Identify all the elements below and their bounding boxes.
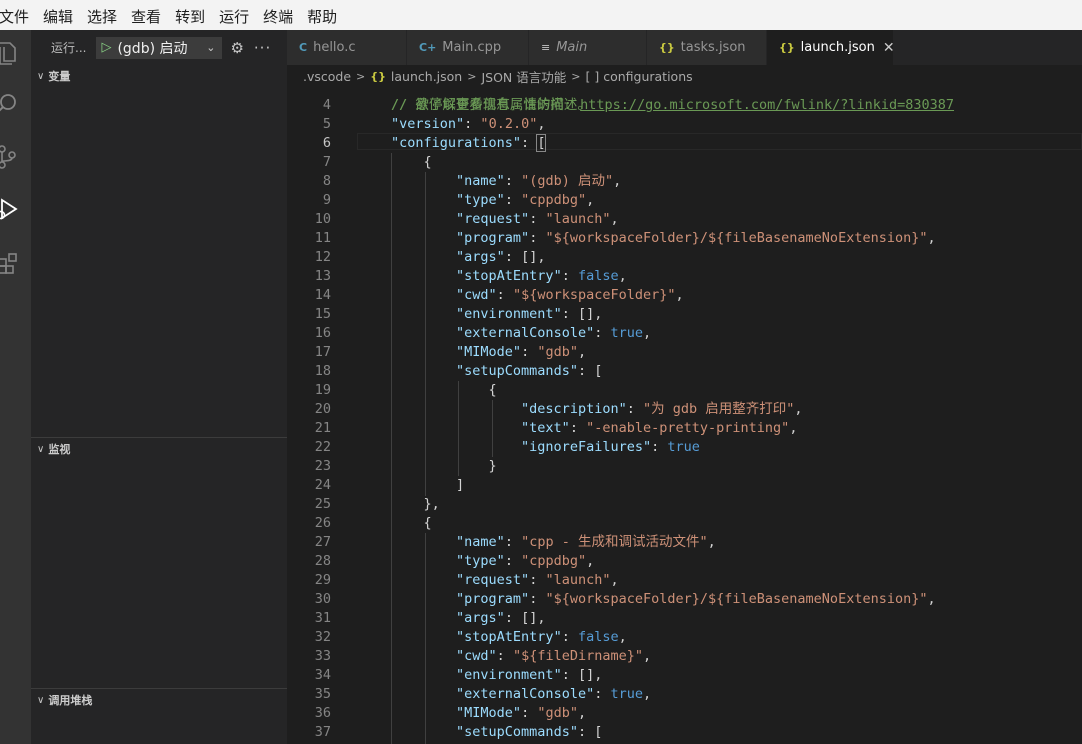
code-line: 25 }, (314, 496, 440, 512)
debug-sidebar: 运行... ▷ (gdb) 启动 ⌄ ⚙ ··· ∨ 变量 ∨ 监视 ∨ 调用堆… (31, 30, 287, 744)
panel-callstack-header[interactable]: ∨ 调用堆栈 (31, 689, 287, 711)
breadcrumb-node[interactable]: configurations (603, 69, 692, 84)
chevron-down-icon: ⌄ (206, 41, 216, 54)
code-line: 8 "name": "(gdb) 启动", (322, 173, 622, 189)
tab-label: hello.c (313, 40, 356, 55)
code-line: 13 "stopAtEntry": false, (314, 268, 627, 284)
menu-view[interactable]: 查看 (124, 4, 168, 30)
menu-edit[interactable]: 编辑 (36, 4, 80, 30)
explorer-icon[interactable] (0, 32, 31, 72)
menu-terminal[interactable]: 终端 (256, 4, 300, 30)
panel-variables-header[interactable]: ∨ 变量 (31, 65, 287, 87)
menu-file[interactable]: 文件 (0, 4, 36, 30)
code-line: 26 { (314, 515, 432, 531)
code-line: 9 "type": "cppdbg", (322, 192, 595, 208)
code-line: 24 ] (314, 477, 465, 493)
chevron-right-icon: > (571, 69, 581, 83)
tab-main-cpp[interactable]: C+ Main.cpp (407, 30, 529, 65)
breadcrumb-folder[interactable]: .vscode (303, 69, 351, 84)
c-file-icon: C (299, 41, 308, 54)
code-line: 10 "request": "launch", (314, 211, 619, 227)
code-line: 20 "description": "为 gdb 启用整齐打印", (314, 401, 803, 417)
code-line: 5 "version": "0.2.0", (322, 116, 546, 132)
menu-go[interactable]: 转到 (168, 4, 212, 30)
tab-launch-json[interactable]: {} launch.json ✕ (767, 30, 894, 65)
code-line: 32 "stopAtEntry": false, (314, 629, 627, 645)
code-line: 31 "args": [], (314, 610, 546, 626)
code-line: 30 "program": "${workspaceFolder}/${file… (314, 591, 936, 607)
code-line: 4// 欲了解更多信息，请访问: https://go.microsoft.co… (322, 97, 955, 113)
code-line: 15 "environment": [], (314, 306, 603, 322)
tab-label: Main.cpp (442, 40, 502, 55)
code-line: 17 "MIMode": "gdb", (314, 344, 587, 360)
extensions-icon[interactable] (0, 240, 31, 280)
code-line: 27 "name": "cpp - 生成和调试活动文件", (314, 534, 716, 550)
code-line: 6 "configurations": [ (322, 134, 547, 152)
menu-bar: 文件 编辑 选择 查看 转到 运行 终端 帮助 (0, 4, 1082, 30)
code-line: 36 "MIMode": "gdb", (314, 705, 587, 721)
panel-variables-title: 变量 (48, 70, 71, 83)
tab-hello-c[interactable]: C hello.c (287, 30, 407, 65)
panel-watch-title: 监视 (48, 443, 71, 456)
menu-selection[interactable]: 选择 (80, 4, 124, 30)
cpp-file-icon: C+ (419, 41, 437, 54)
launch-config-name: (gdb) 启动 (117, 40, 188, 57)
code-line: 28 "type": "cppdbg", (314, 553, 595, 569)
code-line: 19 { (314, 382, 497, 398)
tab-label: Main (556, 40, 588, 55)
json-file-icon: {} (370, 69, 386, 83)
close-icon[interactable]: ✕ (883, 40, 893, 56)
tab-main[interactable]: ≡ Main (529, 30, 647, 65)
code-line: 7 { (322, 154, 432, 170)
array-icon: [ ] (585, 68, 600, 84)
menu-help[interactable]: 帮助 (300, 4, 344, 30)
chevron-right-icon: > (356, 69, 366, 83)
run-label: 运行... (51, 41, 87, 55)
code-line: 21 "text": "-enable-pretty-printing", (314, 420, 798, 436)
panel-callstack-title: 调用堆栈 (48, 694, 93, 707)
run-toolbar: 运行... ▷ (gdb) 启动 ⌄ ⚙ ··· (31, 30, 287, 65)
chevron-down-icon: ∨ (37, 694, 45, 706)
code-line: 18 "setupCommands": [ (314, 363, 603, 379)
text-file-icon: ≡ (541, 41, 551, 54)
code-line: 14 "cwd": "${workspaceFolder}", (314, 287, 684, 303)
editor-area: C hello.c C+ Main.cpp ≡ Main {} tasks.js… (287, 30, 1082, 744)
json-file-icon: {} (659, 41, 675, 54)
gear-icon[interactable]: ⚙ (230, 39, 243, 57)
breadcrumb-file[interactable]: launch.json (391, 69, 462, 84)
code-line: 23 } (314, 458, 497, 474)
chevron-down-icon: ∨ (37, 443, 45, 455)
start-debugging-icon[interactable]: ▷ (101, 40, 111, 55)
chevron-right-icon: > (467, 69, 477, 83)
breadcrumb-feature[interactable]: JSON 语言功能 (481, 67, 566, 86)
breadcrumb: .vscode > {} launch.json > JSON 语言功能 > [… (287, 65, 1082, 87)
code-line: 35 "externalConsole": true, (314, 686, 652, 702)
code-line: // 悬停以查看现有属性的描述。 (391, 97, 591, 113)
code-line: 34 "environment": [], (314, 667, 603, 683)
code-line: 22 "ignoreFailures": true (314, 439, 700, 455)
json-file-icon: {} (779, 41, 795, 54)
code-line: 33 "cwd": "${fileDirname}", (314, 648, 652, 664)
code-line: 11 "program": "${workspaceFolder}/${file… (314, 230, 936, 246)
code-line: 12 "args": [], (314, 249, 546, 265)
activity-bar (0, 30, 31, 744)
tab-label: tasks.json (680, 40, 746, 55)
menu-run[interactable]: 运行 (212, 4, 256, 30)
code-line: 29 "request": "launch", (314, 572, 619, 588)
code-line: 16 "externalConsole": true, (314, 325, 652, 341)
tab-tasks-json[interactable]: {} tasks.json (647, 30, 767, 65)
launch-config-select[interactable]: ▷ (gdb) 启动 ⌄ (96, 36, 223, 59)
tab-bar: C hello.c C+ Main.cpp ≡ Main {} tasks.js… (287, 30, 1082, 65)
source-control-icon[interactable] (0, 136, 31, 176)
search-icon[interactable] (0, 84, 31, 124)
chevron-down-icon: ∨ (37, 70, 45, 82)
panel-watch-header[interactable]: ∨ 监视 (31, 438, 287, 460)
code-editor[interactable]: // 悬停以查看现有属性的描述。 4// 欲了解更多信息，请访问: https:… (287, 87, 1082, 744)
more-actions-icon[interactable]: ··· (254, 39, 271, 57)
code-line: 37 "setupCommands": [ (314, 724, 603, 740)
tab-label: launch.json (800, 40, 875, 55)
run-debug-icon[interactable] (0, 188, 31, 228)
